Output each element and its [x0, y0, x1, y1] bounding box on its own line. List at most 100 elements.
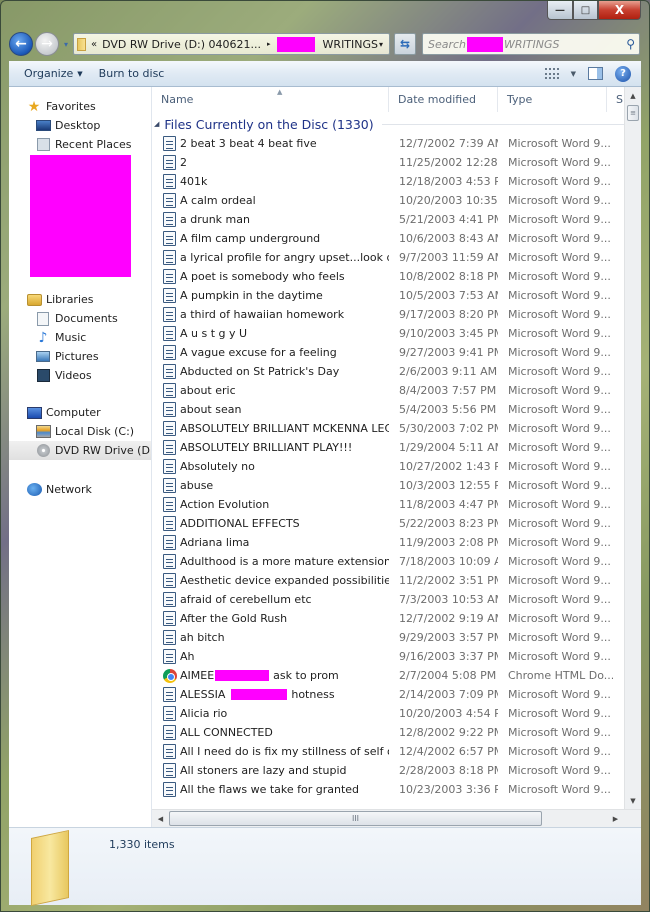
burn-to-disc-button[interactable]: Burn to disc	[91, 67, 173, 80]
scroll-down-button[interactable]: ▼	[625, 792, 641, 809]
sidebar-item-desktop[interactable]: Desktop	[9, 116, 151, 135]
scroll-left-button[interactable]: ◀	[152, 815, 169, 823]
file-row[interactable]: A film camp underground 10/6/2003 8:43 AM…	[152, 229, 641, 248]
sidebar-item-local-disk[interactable]: Local Disk (C:)	[9, 422, 151, 441]
minimize-button[interactable]: —	[547, 1, 573, 20]
sidebar-item-favorites[interactable]: ★ Favorites	[9, 97, 151, 116]
preview-pane-icon[interactable]	[588, 67, 603, 80]
group-divider	[381, 123, 627, 125]
file-row[interactable]: a third of hawaiian homework 9/17/2003 8:…	[152, 305, 641, 324]
column-header-date-modified[interactable]: Date modified	[389, 87, 498, 112]
scroll-up-button[interactable]: ▲	[625, 87, 641, 104]
file-row[interactable]: A calm ordeal 10/20/2003 10:35 ... Microso…	[152, 191, 641, 210]
help-icon[interactable]: ?	[615, 65, 631, 82]
file-row[interactable]: Alicia rio 10/20/2003 4:54 PM Microsoft Wo…	[152, 704, 641, 723]
recent-pages-dropdown[interactable]: ▾	[61, 40, 71, 49]
sidebar-item-pictures[interactable]: Pictures	[9, 347, 151, 366]
date-modified-cell: 2/7/2004 5:08 PM	[399, 669, 497, 682]
column-header-name[interactable]: Name	[152, 87, 389, 112]
breadcrumb-dvd-drive[interactable]: DVD RW Drive (D:) 040621...	[102, 38, 261, 51]
maximize-button[interactable]: □	[573, 1, 598, 20]
file-name-cell: 2	[152, 155, 389, 170]
file-row[interactable]: A poet is somebody who feels 10/8/2002 8:…	[152, 267, 641, 286]
vertical-scrollbar[interactable]: ▲ ≡ ▼	[624, 87, 641, 809]
libraries-icon	[26, 293, 42, 306]
caption-buttons: — □ X	[547, 1, 641, 20]
file-row[interactable]: ABSOLUTELY BRILLIANT PLAY!!! 1/29/2004 5:…	[152, 438, 641, 457]
word-document-icon	[163, 440, 176, 455]
file-row[interactable]: afraid of cerebellum etc 7/3/2003 10:53 A…	[152, 590, 641, 609]
sidebar-item-videos[interactable]: Videos	[9, 366, 151, 385]
sidebar-item-recent-places[interactable]: Recent Places	[9, 135, 151, 154]
file-row[interactable]: A pumpkin in the daytime 10/5/2003 7:53 A…	[152, 286, 641, 305]
sidebar-item-libraries[interactable]: Libraries	[9, 290, 151, 309]
breadcrumb-separator-icon[interactable]: ▸	[267, 40, 271, 48]
file-row[interactable]: ALL CONNECTED 12/8/2002 9:22 PM Microsoft …	[152, 723, 641, 742]
file-row[interactable]: Ah 9/16/2003 3:37 PM Microsoft Word 9...	[152, 647, 641, 666]
word-document-icon	[163, 231, 176, 246]
forward-button[interactable]: →	[35, 32, 59, 56]
file-name-cell: a drunk man	[152, 212, 389, 227]
date-modified-cell: 11/9/2003 2:08 PM	[399, 536, 498, 549]
address-dropdown-icon[interactable]: ▾	[379, 40, 383, 49]
breadcrumb-writings[interactable]: WRITINGS	[323, 38, 378, 51]
file-row[interactable]: Absolutely no 10/27/2002 1:43 PM Microsoft…	[152, 457, 641, 476]
file-row[interactable]: Aesthetic device expanded possibilities 1…	[152, 571, 641, 590]
address-overflow-chevron[interactable]: «	[91, 39, 97, 50]
address-bar[interactable]: « DVD RW Drive (D:) 040621... ▸ WRITINGS…	[73, 33, 390, 55]
file-row[interactable]: a lyrical profile for angry upset...look…	[152, 248, 641, 267]
sidebar-item-music[interactable]: ♪ Music	[9, 328, 151, 347]
file-row[interactable]: 2 11/25/2002 12:28 ... Microsoft Word 9...	[152, 153, 641, 172]
file-row[interactable]: ah bitch 9/29/2003 3:57 PM Microsoft Word …	[152, 628, 641, 647]
sidebar-item-network[interactable]: Network	[9, 480, 151, 499]
file-row[interactable]: Abducted on St Patrick's Day 2/6/2003 9:1…	[152, 362, 641, 381]
search-input[interactable]: Search WRITINGS ⚲	[422, 33, 640, 55]
file-row[interactable]: ALESSIA hotness 2/14/2003 7:09 PM Microsoft…	[152, 685, 641, 704]
file-row[interactable]: about sean 5/4/2003 5:56 PM Microsoft Word…	[152, 400, 641, 419]
horizontal-scroll-thumb[interactable]: III	[169, 811, 542, 826]
group-header[interactable]: ◢ Files Currently on the Disc (1330)	[152, 114, 641, 134]
file-name-cell: A calm ordeal	[152, 193, 389, 208]
file-row[interactable]: All stoners are lazy and stupid 2/28/2003…	[152, 761, 641, 780]
file-row[interactable]: AIMEE ask to prom 2/7/2004 5:08 PM Chrome H…	[152, 666, 641, 685]
file-row[interactable]: All the flaws we take for granted 10/23/2…	[152, 780, 641, 799]
sidebar-item-label: Documents	[55, 312, 118, 325]
word-document-icon	[163, 535, 176, 550]
search-placeholder-redacted	[467, 36, 504, 52]
close-button[interactable]: X	[598, 1, 641, 20]
file-name: Absolutely no	[180, 460, 255, 473]
refresh-button[interactable]: ⇆	[394, 33, 416, 55]
column-header-type[interactable]: Type	[498, 87, 607, 112]
date-modified-cell: 10/27/2002 1:43 PM	[399, 460, 498, 473]
sidebar-item-documents[interactable]: Documents	[9, 309, 151, 328]
file-row[interactable]: abuse 10/3/2003 12:55 PM Microsoft Word 9.…	[152, 476, 641, 495]
file-row[interactable]: Action Evolution 11/8/2003 4:47 PM Microso…	[152, 495, 641, 514]
file-row[interactable]: Adriana lima 11/9/2003 2:08 PM Microsoft W…	[152, 533, 641, 552]
word-document-icon	[163, 649, 176, 664]
file-row[interactable]: 401k 12/18/2003 4:53 PM Microsoft Word 9..…	[152, 172, 641, 191]
file-row[interactable]: Adulthood is a more mature extension of.…	[152, 552, 641, 571]
computer-group: Computer Local Disk (C:) DVD RW Drive (D…	[9, 403, 151, 460]
sidebar-item-dvd-drive[interactable]: DVD RW Drive (D:) 04	[9, 441, 151, 460]
file-row[interactable]: ABSOLUTELY BRILLIANT MCKENNA LEC... 5/30/…	[152, 419, 641, 438]
back-button[interactable]: ←	[9, 32, 33, 56]
file-row[interactable]: a drunk man 5/21/2003 4:41 PM Microsoft Wo…	[152, 210, 641, 229]
file-row[interactable]: A vague excuse for a feeling 9/27/2003 9:…	[152, 343, 641, 362]
type-cell: Microsoft Word 9...	[508, 175, 611, 188]
search-icon[interactable]: ⚲	[626, 37, 635, 51]
collapse-group-icon[interactable]: ◢	[154, 120, 159, 128]
file-row[interactable]: A u s t g y U 9/10/2003 3:45 PM Microsoft …	[152, 324, 641, 343]
scroll-right-button[interactable]: ▶	[607, 815, 624, 823]
horizontal-scrollbar[interactable]: ◀ III ▶	[152, 809, 641, 827]
file-row[interactable]: about eric 8/4/2003 7:57 PM Microsoft Word…	[152, 381, 641, 400]
file-row[interactable]: 2 beat 3 beat 4 beat five 12/7/2002 7:39 …	[152, 134, 641, 153]
file-row[interactable]: After the Gold Rush 12/7/2002 9:19 AM Micr…	[152, 609, 641, 628]
sidebar-item-computer[interactable]: Computer	[9, 403, 151, 422]
word-document-icon	[163, 212, 176, 227]
vertical-scroll-thumb[interactable]: ≡	[627, 105, 639, 121]
file-row[interactable]: ADDITIONAL EFFECTS 5/22/2003 8:23 PM Micro…	[152, 514, 641, 533]
file-name-cell: Abducted on St Patrick's Day	[152, 364, 389, 379]
organize-button[interactable]: Organize ▼	[9, 67, 91, 80]
change-view-button[interactable]: ▼	[544, 68, 576, 79]
file-row[interactable]: All I need do is fix my stillness of sel…	[152, 742, 641, 761]
